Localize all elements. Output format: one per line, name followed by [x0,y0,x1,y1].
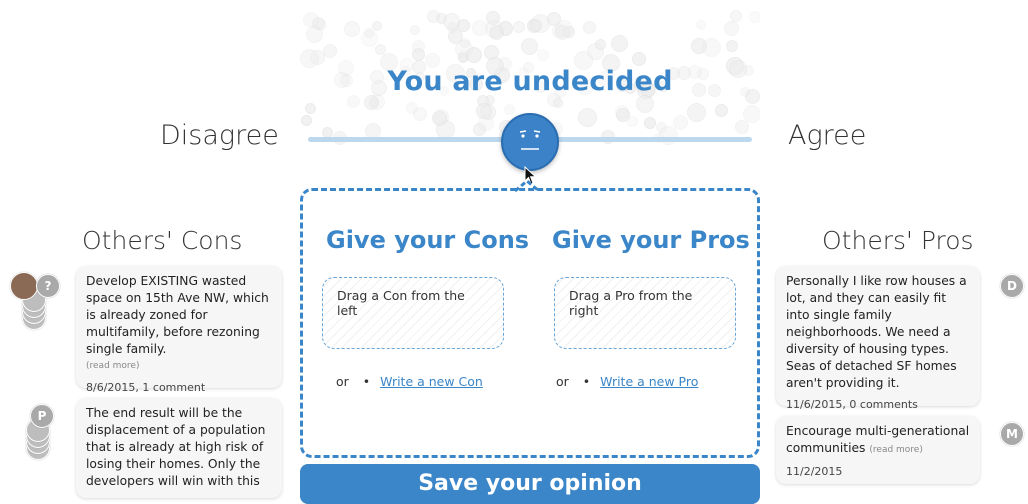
scale-disagree-label: Disagree [160,120,279,151]
crowd-avatar [344,21,360,37]
crowd-avatar [743,105,760,123]
crowd-avatar [555,25,570,40]
crowd-avatar [513,21,525,33]
avatar: ? [36,274,60,298]
crowd-avatar [537,49,549,61]
avatar: M [1000,422,1024,446]
con-meta: 8/6/2015, 1 comment [86,381,206,394]
avatar [10,272,38,300]
crowd-avatar [529,19,542,32]
crowd-avatar [627,116,638,127]
pro-card[interactable]: Personally I like row houses a lot, and … [776,266,980,411]
bullet-icon: • [582,374,591,389]
crowd-avatar [413,107,427,121]
crowd-avatar [432,111,447,126]
crowd-avatar [412,40,425,53]
pro-meta: 11/2/2015 [786,465,843,478]
crowd-avatar [427,10,440,23]
crowd-avatar [443,13,460,30]
crowd-avatar [724,21,739,36]
bullet-icon: • [362,374,371,389]
pros-drop-zone[interactable]: Drag a Pro from the right [554,277,736,349]
pro-meta: 11/6/2015, 0 comments [786,398,918,411]
crowd-avatar [410,25,420,35]
or-label: or [336,374,349,389]
crowd-avatar [305,103,316,114]
write-con-row: or • Write a new Con [336,374,483,389]
crowd-avatar [521,38,538,55]
read-more-link[interactable]: (read more) [869,445,922,455]
crowd-avatar [478,115,494,131]
write-new-con-link[interactable]: Write a new Con [380,374,483,389]
crowd-avatar [735,120,749,134]
scale-agree-label: Agree [788,120,867,151]
others-cons-title: Others' Cons [82,226,243,255]
cons-drop-hint: Drag a Con from the left [337,288,465,318]
crowd-avatar [364,95,379,110]
write-new-pro-link[interactable]: Write a new Pro [600,374,698,389]
opinion-slider-handle[interactable] [501,113,559,171]
con-text: Develop EXISTING wasted space on 15th Av… [86,274,269,356]
crowd-avatar [301,115,312,126]
read-more-link[interactable]: (read more) [86,358,272,375]
crowd-avatar [749,11,760,23]
pro-text: Personally I like row houses a lot, and … [786,274,967,390]
con-1-avatar-stack: ? [10,272,60,332]
crowd-avatar [696,20,706,30]
crowd-avatar [644,117,656,129]
crowd-avatar [323,44,337,58]
crowd-avatar [547,12,561,26]
pro-2-avatar-stack: M [998,422,1026,452]
crowd-avatar [583,21,596,34]
crowd-avatar [611,35,628,52]
undecided-face-icon [519,130,541,150]
crowd-avatar [687,103,706,122]
pro-1-avatar-stack: D [998,274,1026,304]
crowd-avatar [466,47,482,63]
crowd-avatar [553,98,563,108]
crowd-avatar [615,105,629,119]
crowd-avatar [726,40,738,52]
crowd-avatar [702,38,721,57]
crowd-avatar [632,52,646,66]
crowd-avatar [372,21,382,31]
crowd-avatar [673,115,688,130]
others-pros-title: Others' Pros [822,226,974,255]
crowd-avatar [595,39,606,50]
or-label: or [556,374,569,389]
write-pro-row: or • Write a new Pro [556,374,698,389]
con-card[interactable]: The end result will be the displacement … [76,398,282,498]
con-text: The end result will be the displacement … [86,406,266,488]
pros-drop-hint: Drag a Pro from the right [569,288,693,318]
crowd-avatar [306,26,323,43]
crowd-avatar [715,104,728,117]
avatar: P [30,404,54,428]
cons-drop-zone[interactable]: Drag a Con from the left [322,277,504,349]
con-card[interactable]: Develop EXISTING wasted space on 15th Av… [76,266,282,394]
con-2-avatar-stack: P [24,404,64,464]
save-opinion-button[interactable]: Save your opinion [300,464,760,504]
opinion-status-headline: You are undecided [387,66,673,97]
avatar: D [1000,274,1024,298]
give-cons-title: Give your Cons [326,226,530,254]
crowd-avatar [636,95,654,113]
crowd-avatar [578,108,597,127]
crowd-avatar [504,104,515,115]
pro-card[interactable]: Encourage multi-generational communities… [776,416,980,484]
crowd-avatar [375,44,386,55]
crowd-avatar [472,20,488,36]
give-pros-title: Give your Pros [552,226,750,254]
